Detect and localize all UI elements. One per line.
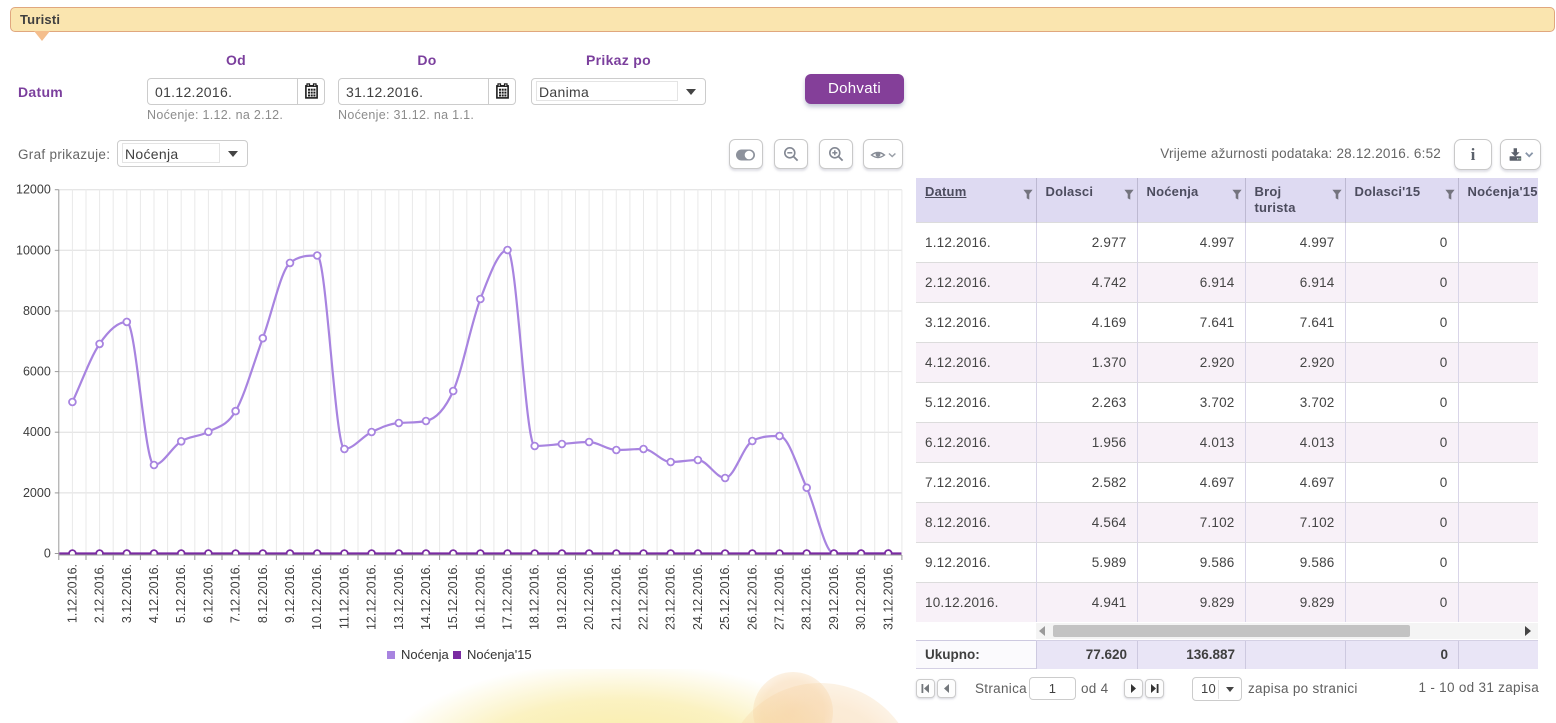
svg-text:8000: 8000 (23, 304, 51, 318)
svg-text:24.12.2016.: 24.12.2016. (691, 564, 705, 630)
svg-text:Noćenja: Noćenja (401, 647, 449, 662)
svg-text:16.12.2016.: 16.12.2016. (473, 564, 487, 630)
svg-text:10000: 10000 (16, 243, 51, 257)
svg-text:18.12.2016.: 18.12.2016. (528, 564, 542, 630)
svg-text:30.12.2016.: 30.12.2016. (854, 564, 868, 630)
svg-text:26.12.2016.: 26.12.2016. (745, 564, 759, 630)
svg-text:22.12.2016.: 22.12.2016. (637, 564, 651, 630)
svg-text:29.12.2016.: 29.12.2016. (827, 564, 841, 630)
svg-text:25.12.2016.: 25.12.2016. (718, 564, 732, 630)
svg-text:2.12.2016.: 2.12.2016. (93, 564, 107, 623)
svg-text:17.12.2016.: 17.12.2016. (501, 564, 515, 630)
svg-text:Noćenja'15: Noćenja'15 (467, 647, 532, 662)
svg-text:12000: 12000 (16, 183, 51, 197)
svg-text:6000: 6000 (23, 365, 51, 379)
svg-text:4.12.2016.: 4.12.2016. (147, 564, 161, 623)
svg-text:5.12.2016.: 5.12.2016. (174, 564, 188, 623)
svg-text:21.12.2016.: 21.12.2016. (609, 564, 623, 630)
svg-text:19.12.2016.: 19.12.2016. (555, 564, 569, 630)
svg-text:11.12.2016.: 11.12.2016. (337, 564, 351, 629)
svg-text:4000: 4000 (23, 425, 51, 439)
svg-text:9.12.2016.: 9.12.2016. (283, 564, 297, 623)
svg-text:20.12.2016.: 20.12.2016. (582, 564, 596, 630)
svg-text:1.12.2016.: 1.12.2016. (65, 564, 79, 623)
svg-text:10.12.2016.: 10.12.2016. (310, 564, 324, 630)
svg-text:14.12.2016.: 14.12.2016. (419, 564, 433, 630)
svg-text:8.12.2016.: 8.12.2016. (256, 564, 270, 623)
svg-text:13.12.2016.: 13.12.2016. (392, 564, 406, 630)
svg-text:31.12.2016.: 31.12.2016. (881, 564, 895, 630)
svg-text:0: 0 (44, 547, 51, 561)
svg-text:27.12.2016.: 27.12.2016. (773, 564, 787, 630)
svg-text:6.12.2016.: 6.12.2016. (201, 564, 215, 623)
svg-text:3.12.2016.: 3.12.2016. (120, 564, 134, 623)
svg-text:23.12.2016.: 23.12.2016. (664, 564, 678, 630)
svg-text:28.12.2016.: 28.12.2016. (800, 564, 814, 630)
svg-text:15.12.2016.: 15.12.2016. (446, 564, 460, 630)
svg-text:7.12.2016.: 7.12.2016. (229, 564, 243, 623)
svg-text:2000: 2000 (23, 486, 51, 500)
svg-text:12.12.2016.: 12.12.2016. (365, 564, 379, 630)
